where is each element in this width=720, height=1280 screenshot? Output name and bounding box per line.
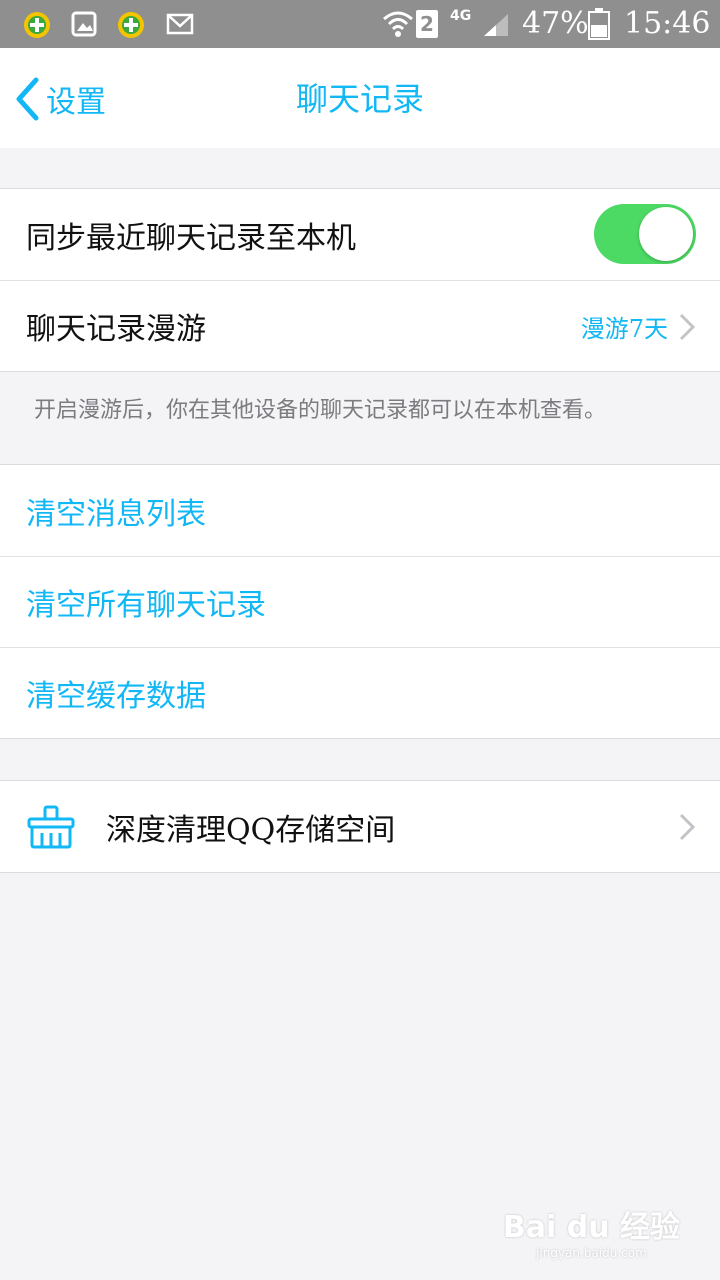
baidu-jingyan-watermark: Bai du 经验 jingyan.baidu.com xyxy=(503,1202,680,1260)
broom-icon xyxy=(27,805,75,849)
roam-value: 漫游7天 xyxy=(580,314,668,343)
360-security-icon xyxy=(118,12,144,38)
status-bar: 2 4G 47% 15:46 xyxy=(0,0,720,48)
clear-all-history-row[interactable]: 清空所有聊天记录 xyxy=(0,556,720,647)
gallery-icon xyxy=(71,11,97,37)
sim-icon: 2 xyxy=(416,10,438,38)
watermark-brand: Bai du 经验 xyxy=(502,1210,680,1245)
roam-label: 聊天记录漫游 xyxy=(26,312,206,347)
sync-row: 同步最近聊天记录至本机 xyxy=(0,189,720,280)
page-title: 聊天记录 xyxy=(295,80,424,118)
wifi-icon xyxy=(383,11,413,37)
battery-percent: 47% xyxy=(522,6,589,41)
clear-actions-group: 清空消息列表 清空所有聊天记录 清空缓存数据 xyxy=(0,464,720,739)
clear-cache-row[interactable]: 清空缓存数据 xyxy=(0,647,720,738)
deep-clean-row[interactable]: 深度清理QQ存储空间 xyxy=(0,781,720,872)
navigation-bar: 设置 聊天记录 xyxy=(0,48,720,148)
storage-group: 深度清理QQ存储空间 xyxy=(0,780,720,873)
toggle-knob xyxy=(639,207,693,261)
sync-toggle[interactable] xyxy=(594,204,696,264)
chevron-right-icon xyxy=(679,313,696,341)
clear-cache-button[interactable]: 清空缓存数据 xyxy=(26,671,206,715)
clear-all-history-button[interactable]: 清空所有聊天记录 xyxy=(26,580,266,624)
360-security-icon xyxy=(24,12,50,38)
sync-settings-group: 同步最近聊天记录至本机 聊天记录漫游 漫游7天 xyxy=(0,188,720,372)
mail-icon xyxy=(166,13,194,35)
clear-messages-row[interactable]: 清空消息列表 xyxy=(0,465,720,556)
clear-messages-button[interactable]: 清空消息列表 xyxy=(26,489,206,533)
battery-icon xyxy=(588,8,610,40)
clock: 15:46 xyxy=(624,6,711,41)
signal-icon xyxy=(484,14,508,36)
sim-slot-number: 2 xyxy=(420,12,434,36)
roam-row[interactable]: 聊天记录漫游 漫游7天 xyxy=(0,280,720,371)
network-type: 4G xyxy=(450,8,472,24)
watermark-url: jingyan.baidu.com xyxy=(536,1246,647,1260)
deep-clean-label: 深度清理QQ存储空间 xyxy=(106,812,396,848)
roam-footnote: 开启漫游后，你在其他设备的聊天记录都可以在本机查看。 xyxy=(34,398,607,423)
sync-label: 同步最近聊天记录至本机 xyxy=(26,220,356,256)
chevron-right-icon xyxy=(679,813,696,841)
